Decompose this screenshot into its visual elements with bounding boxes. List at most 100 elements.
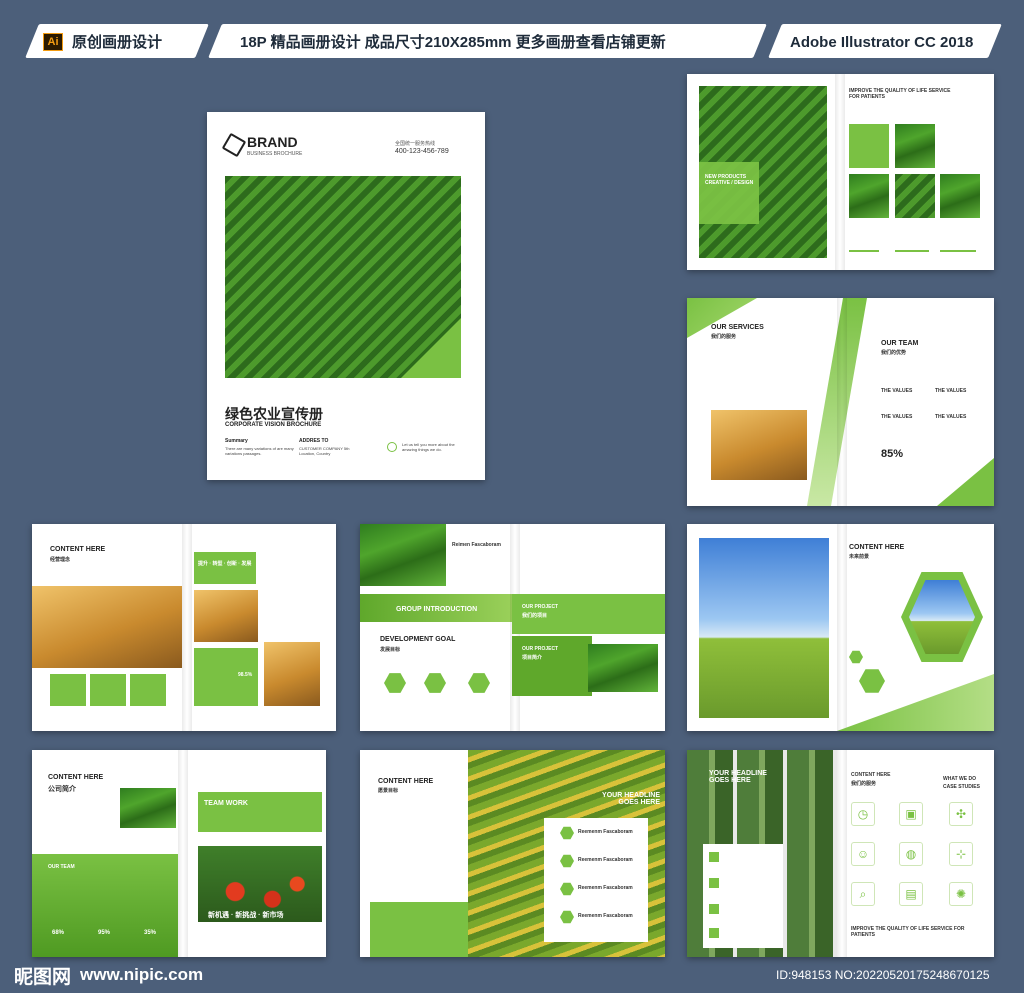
cover-summary-label: Summary <box>225 438 248 444</box>
spread-4: Reimen Fascaboram GROUP INTRODUCTION DEV… <box>360 524 665 731</box>
spread5-content-here: CONTENT HERE <box>849 544 905 551</box>
spread2-team-en: OUR TEAM <box>881 340 919 347</box>
spread4-group-intro: GROUP INTRODUCTION <box>396 606 478 613</box>
cover-hotline-label: 全国统一服务热线 <box>395 141 436 147</box>
spread4-photo-tractor-field <box>360 524 446 586</box>
spread3-spine <box>182 524 192 731</box>
spread4-project-1-cn: 我们的项目 <box>522 613 548 619</box>
cover-brand-sub: BUSINESS BROCHURE <box>247 151 303 157</box>
spread1-green-box <box>849 124 889 168</box>
spread4-dev-goal: DEVELOPMENT GOAL <box>380 636 456 643</box>
spread7-content-here: CONTENT HERE <box>378 778 434 785</box>
list-icon <box>709 878 719 888</box>
spread3-green-tile <box>130 674 166 706</box>
spread3-green-tile <box>50 674 86 706</box>
spread-5: CONTENT HERE 未来前景 <box>687 524 994 731</box>
info-circle-icon <box>387 442 397 452</box>
spread7-vision-cn: 愿景目标 <box>378 788 399 794</box>
spread1-photo-broccoli <box>895 124 935 168</box>
spread2-percent: 85% <box>881 448 904 460</box>
spread1-bar <box>940 250 976 252</box>
spread6-profile-cn: 公司简介 <box>48 786 76 793</box>
spread7-item-label: Reemenm Fascaboram <box>578 885 633 891</box>
hexagon-logo-icon <box>221 132 247 158</box>
spread6-stat-2: 95% <box>98 930 111 936</box>
hierarchy-icon: ⊹ <box>949 842 973 866</box>
banner-right-label: Adobe Illustrator CC 2018 <box>790 34 974 51</box>
spread7-item-label: Reemenm Fascaboram <box>578 913 633 919</box>
spread2-green-corner-br <box>937 458 994 506</box>
cover-page: BRAND BUSINESS BROCHURE 全国统一服务热线 400-123… <box>207 112 485 480</box>
spread2-values-3: THE VALUES <box>881 414 913 420</box>
spread1-bar <box>895 250 929 252</box>
chart-icon <box>384 673 406 693</box>
spread-7: CONTENT HERE 愿景目标 YOUR HEADLINE GOES HER… <box>360 750 665 957</box>
spread3-tags: 提升 · 转型 · 创新 · 发展 <box>198 561 252 567</box>
face-icon: ☺ <box>851 842 875 866</box>
spread1-headline: IMPROVE THE QUALITY OF LIFE SERVICE FOR … <box>849 88 951 100</box>
spread6-photo-terraces <box>120 788 176 828</box>
footer-logo: 昵图网 <box>14 967 72 988</box>
cover-summary-text: There are many variations of are many va… <box>225 446 294 456</box>
spread4-project-1: OUR PROJECT <box>522 604 559 610</box>
spread2-services-cn: 我们的服务 <box>711 334 737 340</box>
banner-center-label: 18P 精品画册设计 成品尺寸210X285mm 更多画册查看店铺更新 <box>240 34 666 51</box>
footer-site[interactable]: www.nipic.com <box>80 965 203 985</box>
list-icon <box>709 928 719 938</box>
spread2-photo-harvest <box>711 410 807 480</box>
spread6-our-team: OUR TEAM <box>48 864 75 870</box>
spread4-project-bar-2 <box>512 636 592 696</box>
spread1-photo-broccoli-2 <box>849 174 889 218</box>
cover-tagline: Let us tell you more about the amazing t… <box>402 442 455 452</box>
spread3-photo-wheat-hands <box>32 586 182 668</box>
spread5-future-cn: 未来前景 <box>849 554 870 560</box>
spread2-values-1: THE VALUES <box>881 388 913 394</box>
spread8-services-cn: 我们的服务 <box>851 781 877 787</box>
spread2-spine <box>837 298 847 506</box>
clock-icon: ◷ <box>851 802 875 826</box>
spread-2: OUR SERVICES 我们的服务 OUR TEAM 我们的优势 THE VA… <box>687 298 994 506</box>
spread7-green-block <box>370 902 468 957</box>
network-icon: ✣ <box>949 802 973 826</box>
cover-hotline: 400-123-456-789 <box>395 148 449 155</box>
spread1-green-overlay <box>699 162 759 224</box>
document-icon <box>468 673 490 693</box>
spread1-overlay-label: NEW PRODUCTS CREATIVE / DESIGN <box>705 174 754 186</box>
spread8-bottom-headline: IMPROVE THE QUALITY OF LIFE SERVICE FOR … <box>851 926 965 938</box>
spread1-photo-greens <box>895 174 935 218</box>
spread2-team-cn: 我们的优势 <box>881 350 907 356</box>
chip-icon: ▣ <box>899 802 923 826</box>
illustrator-icon: Ai <box>43 33 63 51</box>
spread-6: CONTENT HERE 公司简介 OUR TEAM 68% 95% 35% T… <box>32 750 326 957</box>
spread8-headline: YOUR HEADLINE GOES HERE <box>709 770 767 784</box>
spread6-stat-3: 35% <box>144 930 157 936</box>
cover-brand: BRAND <box>247 134 298 150</box>
spread5-photo-red-tractor <box>699 538 829 718</box>
spread2-values-2: THE VALUES <box>935 388 967 394</box>
spread5-spine <box>837 524 847 731</box>
footer-id: ID:948153 NO:20220520175248670125 <box>776 968 990 982</box>
spread5-small-hex <box>849 650 863 664</box>
image-icon: ▤ <box>899 882 923 906</box>
spread1-bar <box>849 250 879 252</box>
spread3-photo-harvester <box>194 590 258 642</box>
growth-icon <box>424 673 446 693</box>
bulb-icon: ✺ <box>949 882 973 906</box>
spread8-content-here: CONTENT HERE <box>851 772 891 778</box>
search-icon: ⌕ <box>851 882 875 906</box>
globe-icon: ◍ <box>899 842 923 866</box>
spread4-photo-tractor <box>588 644 658 692</box>
spread2-services-en: OUR SERVICES <box>711 324 764 331</box>
spread6-team-work: TEAM WORK <box>204 800 248 807</box>
spread3-tags-box <box>194 552 256 584</box>
spread6-content-here: CONTENT HERE <box>48 774 104 781</box>
spread3-green-tile <box>90 674 126 706</box>
spread3-percent: 98.5% <box>238 672 253 678</box>
spread-3: CONTENT HERE 经营理念 提升 · 转型 · 创新 · 发展 98.5… <box>32 524 336 731</box>
people-icon <box>859 669 885 693</box>
list-icon <box>709 904 719 914</box>
spread6-spine <box>178 750 188 957</box>
cover-title-cn: 绿色农业宣传册 <box>225 406 323 422</box>
spread3-content-here: CONTENT HERE <box>50 546 106 553</box>
spread3-philosophy-cn: 经营理念 <box>50 557 71 563</box>
